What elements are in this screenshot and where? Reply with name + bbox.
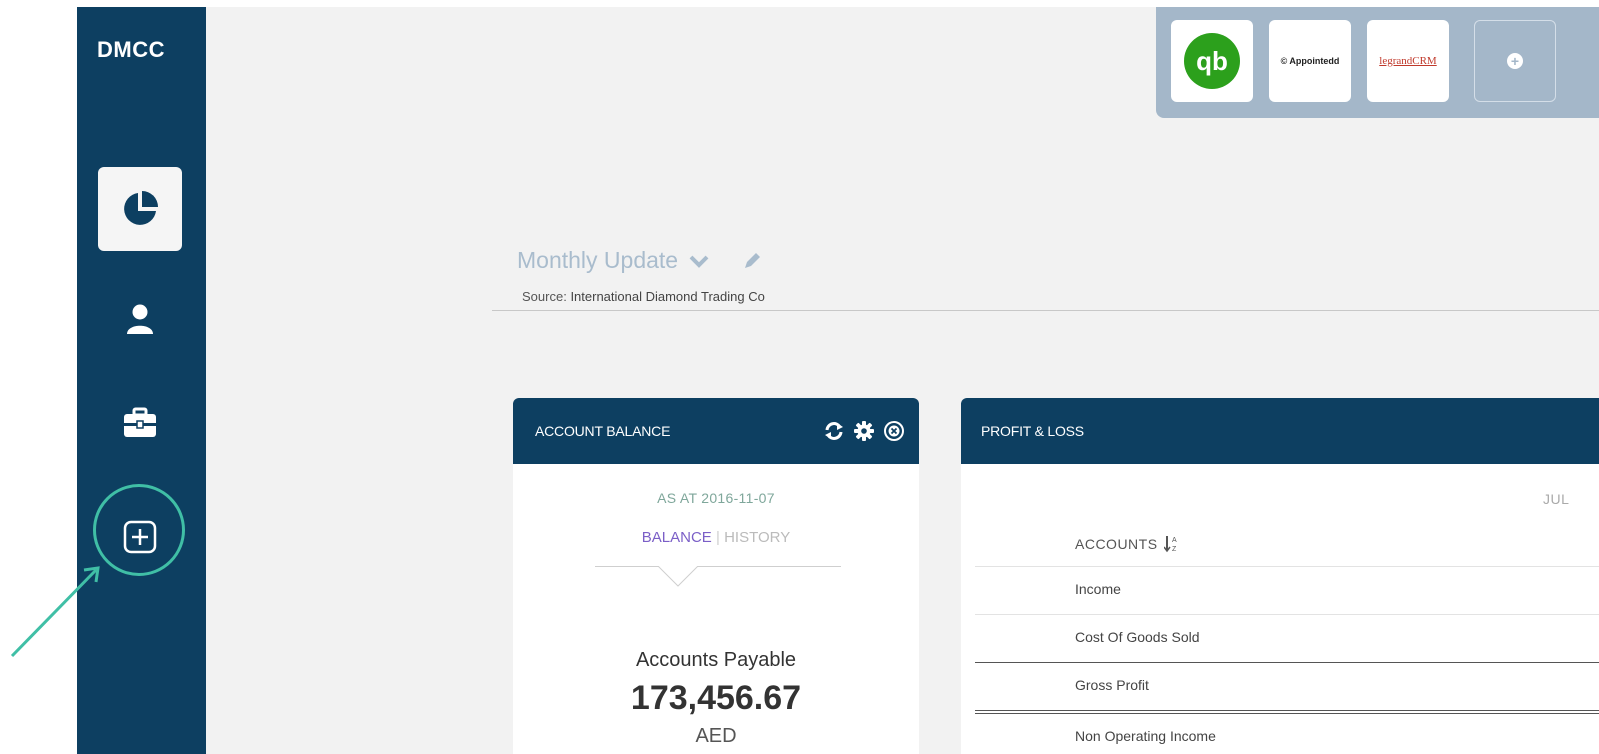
row-label: Cost Of Goods Sold <box>1075 629 1200 645</box>
table-row[interactable]: Income <box>975 567 1599 614</box>
svg-text:Z: Z <box>1172 546 1177 553</box>
sort-icon[interactable]: A Z <box>1163 535 1178 553</box>
appointedd-app[interactable]: © Appointedd <box>1269 20 1351 102</box>
table-row[interactable]: Non Operating Income <box>975 714 1599 754</box>
pie-chart-icon <box>124 191 158 225</box>
add-integration-button[interactable]: + <box>1474 20 1556 102</box>
source-value: International Diamond Trading Co <box>570 289 765 304</box>
accounts-column-header[interactable]: ACCOUNTS A Z <box>1075 535 1178 553</box>
account-value: 173,456.67 <box>630 679 802 717</box>
sidebar-item-business[interactable] <box>98 381 182 465</box>
quickbooks-logo: qb <box>1184 33 1240 89</box>
legrand-crm-logo: legrandCRM <box>1379 55 1437 67</box>
table-row[interactable]: Gross Profit <box>975 663 1599 710</box>
account-balance-widget: ACCOUNT BALANCE AS AT 2016-11-07 BALANCE… <box>513 398 919 754</box>
sidebar-item-users[interactable] <box>98 277 182 361</box>
svg-text:A: A <box>1172 537 1177 544</box>
gear-icon[interactable] <box>853 420 875 442</box>
legrand-crm-app[interactable]: legrandCRM <box>1367 20 1449 102</box>
profit-loss-widget: PROFIT & LOSS JUL ACCOUNTS A Z Income Co… <box>961 398 1599 754</box>
pencil-edit-icon[interactable] <box>742 251 762 271</box>
widget-tools <box>823 420 905 442</box>
top-edge <box>0 0 1599 7</box>
integrations-bar: qb © Appointedd legrandCRM + <box>1156 7 1599 118</box>
chevron-down-icon[interactable] <box>688 253 710 269</box>
quickbooks-app[interactable]: qb <box>1171 20 1253 102</box>
source-label: Source: <box>522 289 567 304</box>
sidebar-item-dashboard[interactable] <box>98 167 182 251</box>
widget-title: PROFIT & LOSS <box>981 423 1084 439</box>
tab-history[interactable]: HISTORY <box>724 529 790 546</box>
plus-circle-icon: + <box>1507 53 1523 69</box>
header-divider <box>492 310 1599 311</box>
briefcase-icon <box>124 407 156 437</box>
balance-tabs: BALANCE | HISTORY <box>513 529 919 546</box>
tab-separator: | <box>715 529 720 546</box>
row-label: Income <box>1075 581 1121 597</box>
table-row[interactable]: Cost Of Goods Sold <box>975 615 1599 662</box>
dashboard-title[interactable]: Monthly Update <box>517 247 678 274</box>
period-label: JUL <box>1543 491 1570 507</box>
brand-logo[interactable]: DMCC <box>97 37 165 63</box>
account-label: Accounts Payable <box>635 649 797 671</box>
annotation-arrow <box>10 566 100 658</box>
currency-label: AED <box>695 725 737 747</box>
as-at-date: AS AT 2016-11-07 <box>657 490 775 506</box>
tab-underline <box>595 566 841 567</box>
tab-balance[interactable]: BALANCE <box>642 529 712 546</box>
close-circle-icon[interactable] <box>883 420 905 442</box>
total-divider <box>975 710 1599 711</box>
row-label: Gross Profit <box>1075 677 1149 693</box>
column-header-label: ACCOUNTS <box>1075 536 1158 552</box>
refresh-icon[interactable] <box>823 421 845 441</box>
widget-title: ACCOUNT BALANCE <box>535 423 671 439</box>
source-line: Source: International Diamond Trading Co <box>522 289 765 304</box>
appointedd-logo: © Appointedd <box>1280 56 1340 66</box>
row-label: Non Operating Income <box>1075 728 1216 744</box>
user-icon <box>127 304 153 334</box>
widget-header: ACCOUNT BALANCE <box>513 398 919 464</box>
page-title: Monthly Update <box>517 247 762 274</box>
tab-pointer <box>658 566 698 587</box>
widget-header: PROFIT & LOSS <box>961 398 1599 464</box>
